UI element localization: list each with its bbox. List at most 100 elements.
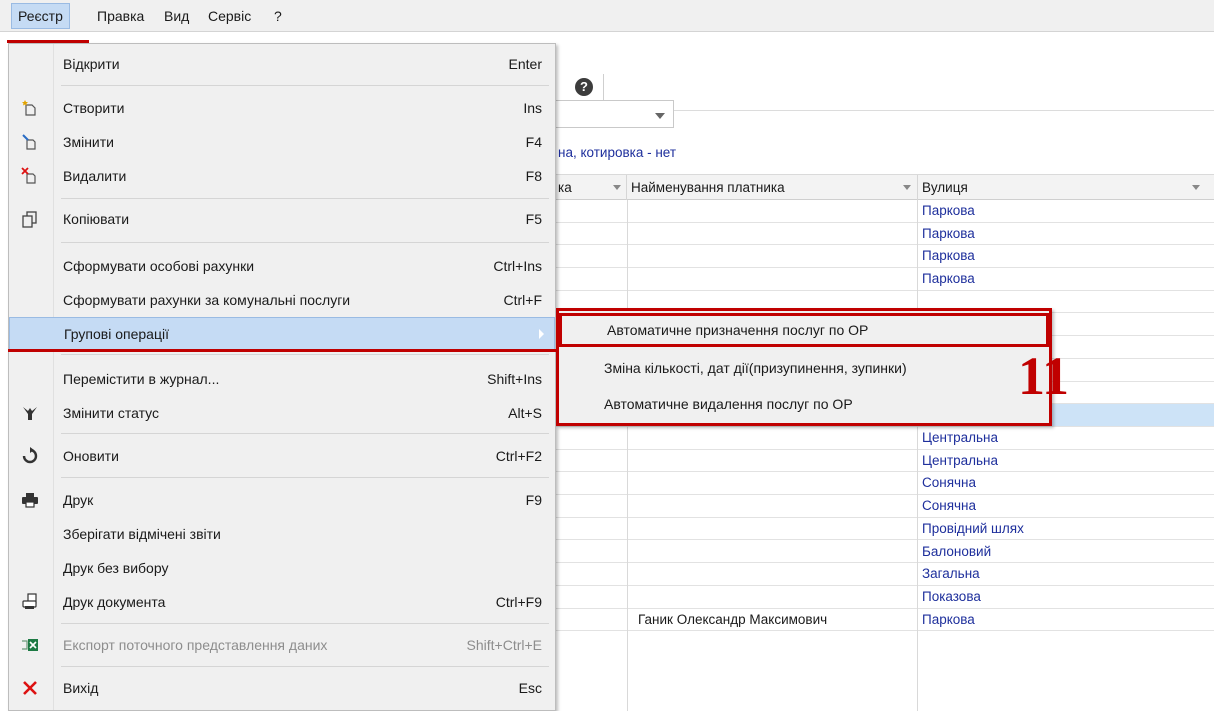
cell-payer-name [634,472,918,494]
group-operations-submenu: Автоматичне призначення послуг по ОР Змі… [556,308,1052,426]
cell-street: Паркова [922,203,975,218]
table-row[interactable]: Центральна [556,450,1214,473]
edit-icon [21,133,39,154]
menu-item-print-without-selection[interactable]: Друк без вибору [9,551,555,585]
menu-separator [61,477,549,478]
submenu-item-auto-assign-services[interactable]: Автоматичне призначення послуг по ОР [559,313,1049,347]
menu-separator [61,354,549,355]
menu-item-print[interactable]: Друк F9 [9,483,555,517]
menu-item-export-data-view[interactable]: Експорт поточного представлення даних Sh… [9,628,555,662]
menu-item-change-status[interactable]: Змінити статус Alt+S [9,396,555,430]
cell-street: Сонячна [922,475,977,491]
menu-item-move-to-journal[interactable]: Перемістити в журнал... Shift+Ins [9,362,555,396]
cell-payer-name [634,586,918,608]
table-row[interactable]: Показова [556,586,1214,609]
menu-item-copy[interactable]: Копіювати F5 [9,202,555,236]
menu-separator [61,242,549,243]
table-row[interactable]: Сонячна [556,495,1214,518]
menu-service[interactable]: Сервіс [202,3,257,29]
exit-icon [21,679,39,700]
menu-item-print-document[interactable]: Друк документа Ctrl+F9 [9,585,555,619]
column-header-street[interactable]: Вулиця [922,175,968,200]
table-row[interactable]: Ганик Олександр Максимович Паркова [556,609,1214,632]
menu-item-group-operations[interactable]: Групові операції [9,317,555,351]
table-row[interactable]: Паркова [556,223,1214,246]
menu-item-create[interactable]: Створити Ins [9,91,555,125]
cell-street: Балоновий [922,543,992,559]
menu-edit[interactable]: Правка [91,3,150,29]
chevron-down-icon [655,113,665,119]
menu-view[interactable]: Вид [158,3,195,29]
submenu-item-auto-delete-services[interactable]: Автоматичне видалення послуг по ОР [562,387,1046,421]
filter-dropdown-icon[interactable] [613,185,621,190]
menu-help[interactable]: ? [268,3,288,29]
cell-street: Загальна [922,566,980,582]
cell-street: Провідний шлях [922,520,1024,536]
menu-separator [61,433,549,434]
cell-street: Центральна [922,452,999,468]
column-divider [917,200,918,711]
table-row[interactable]: Провідний шлях [556,518,1214,541]
delete-icon [21,167,39,188]
table-row[interactable]: Паркова [556,200,1214,223]
column-header-partial[interactable]: ка [558,175,572,200]
cell-payer-name [634,245,918,267]
data-grid: ка Найменування платника Вулиця Паркова П… [556,174,1214,711]
cell-street: Паркова [922,225,975,241]
table-row[interactable]: Сонячна [556,472,1214,496]
annotation-underline-group-operations [8,349,556,352]
printer-icon [21,491,39,512]
create-icon [21,99,39,120]
cell-payer-name [634,427,918,449]
column-divider [627,200,628,711]
cell-payer-name [634,541,918,563]
menu-item-save-marked-reports[interactable]: Зберігати відмічені звіти [9,517,555,551]
table-row[interactable]: Паркова [556,268,1214,291]
menu-item-exit[interactable]: Вихід Esc [9,671,555,705]
cell-payer-name [634,563,918,585]
menu-item-form-utility-invoices[interactable]: Сформувати рахунки за комунальні послуги… [9,283,555,317]
menu-item-open[interactable]: Відкрити Enter [9,47,555,81]
cell-payer-name [634,518,918,540]
menu-separator [61,198,549,199]
filter-combobox[interactable] [556,100,674,128]
chevron-right-icon [539,329,544,339]
cell-payer-name [634,268,918,290]
cell-street: Паркова [922,271,975,287]
table-row[interactable]: Центральна [556,427,1214,450]
cell-street: Центральна [922,430,999,445]
filter-description: на, котировка - нет [558,145,677,160]
cell-payer-name [634,450,918,472]
cell-payer-name: Ганик Олександр Максимович [638,611,828,627]
column-header-payer-name[interactable]: Найменування платника [631,175,785,200]
menu-separator [61,623,549,624]
menu-item-refresh[interactable]: Оновити Ctrl+F2 [9,439,555,473]
menu-registry[interactable]: Реєстр [11,3,70,29]
table-row[interactable]: Балоновий [556,541,1214,564]
status-icon [21,404,39,425]
menu-item-form-personal-accounts[interactable]: Сформувати особові рахунки Ctrl+Ins [9,249,555,283]
excel-export-icon [21,636,39,657]
cell-street: Показова [922,588,981,604]
annotation-step-number: 11 [1018,346,1070,406]
cell-street: Паркова [922,611,975,627]
table-row[interactable]: Паркова [556,245,1214,269]
submenu-item-change-quantity-dates[interactable]: Зміна кількості, дат дії(призупинення, з… [562,351,1046,385]
menu-item-delete[interactable]: Видалити F8 [9,159,555,193]
refresh-icon [21,447,39,468]
column-separator [626,175,627,200]
cell-street: Паркова [922,248,975,264]
cell-street: Сонячна [922,498,977,514]
cell-payer-name [634,223,918,245]
table-row[interactable]: Загальна [556,563,1214,586]
registry-dropdown-menu: Відкрити Enter Створити Ins Змінити F4 В… [8,43,556,711]
menu-bar: Реєстр Правка Вид Сервіс ? [0,0,1214,32]
menu-item-edit[interactable]: Змінити F4 [9,125,555,159]
filter-dropdown-icon[interactable] [1192,185,1200,190]
menu-separator [61,666,549,667]
help-icon[interactable]: ? [575,78,593,96]
filter-dropdown-icon[interactable] [903,185,911,190]
menu-separator [61,85,549,86]
cell-payer-name [634,495,918,517]
grid-header: ка Найменування платника Вулиця [556,174,1214,200]
